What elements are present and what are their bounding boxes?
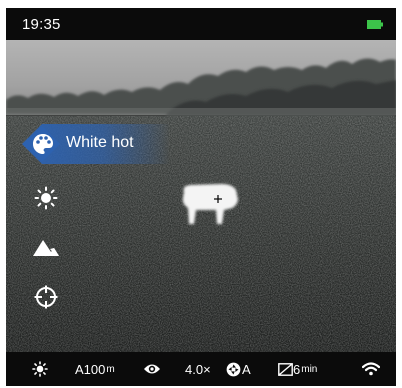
menu-item-scene[interactable] — [32, 238, 60, 258]
brightness-icon — [32, 361, 48, 377]
thermal-scene — [6, 40, 396, 352]
calibration-mode[interactable]: A — [226, 352, 251, 386]
menu-item-brightness[interactable] — [34, 186, 58, 210]
screenshot-frame: 19:35 White hot A100 m 4.0× A 6 min — [0, 0, 402, 388]
eye-icon — [144, 364, 160, 374]
range-value: A100 — [75, 361, 106, 377]
bottom-eye[interactable] — [143, 352, 161, 386]
zoom-level[interactable]: 4.0× — [185, 352, 211, 386]
bottom-wifi[interactable] — [362, 352, 380, 386]
palette-label: White hot — [66, 134, 134, 151]
reticle-icon — [34, 285, 58, 309]
rangefinder-readout[interactable]: A100 m — [75, 352, 115, 386]
timer-unit: min — [301, 363, 318, 375]
thermal-viewport[interactable]: White hot — [6, 40, 396, 352]
menu-item-reticle[interactable] — [34, 285, 58, 309]
sleep-timer-icon — [278, 362, 293, 376]
scene-mountain-icon — [33, 240, 59, 256]
clock-time: 19:35 — [22, 16, 61, 33]
bottom-status-bar: A100 m 4.0× A 6 min — [6, 352, 396, 386]
thermal-device-screen: 19:35 White hot A100 m 4.0× A 6 min — [6, 8, 396, 386]
battery-full-icon — [367, 20, 383, 29]
shutter-icon — [226, 362, 241, 376]
sleep-timer[interactable]: 6 min — [278, 352, 317, 386]
brightness-icon — [34, 186, 58, 210]
bottom-brightness[interactable] — [32, 352, 48, 386]
calibration-mode-letter: A — [242, 361, 251, 377]
wifi-icon — [362, 362, 380, 376]
status-bar: 19:35 — [6, 8, 396, 40]
range-unit: m — [106, 363, 115, 375]
menu-item-palette[interactable]: White hot — [22, 124, 170, 164]
timer-value: 6 — [293, 361, 301, 377]
palette-icon — [33, 134, 53, 154]
